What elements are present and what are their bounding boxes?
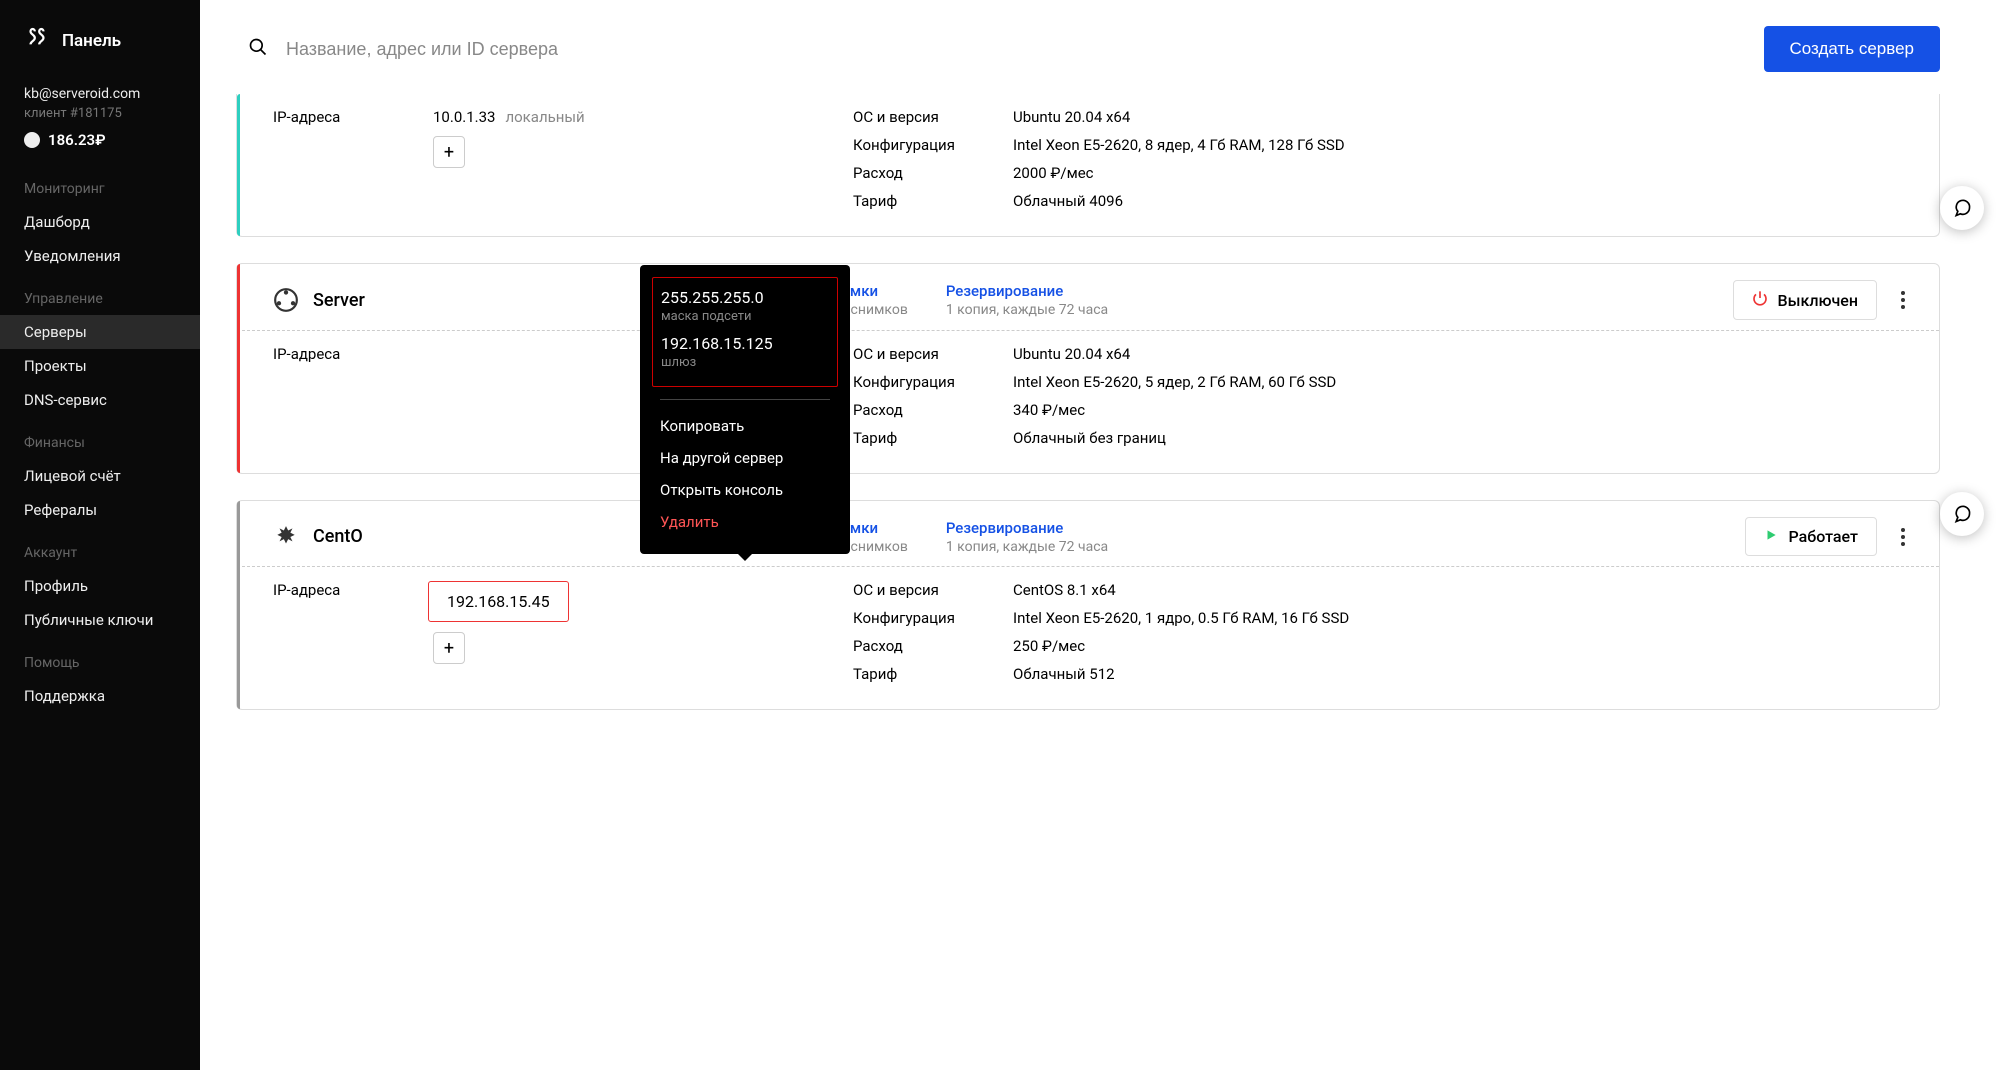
sidebar: Панель kb@serveroid.com клиент #181175 1… (0, 0, 200, 1070)
label-cost: Расход (853, 637, 1013, 655)
label-tariff: Тариф (853, 665, 1013, 683)
label-config: Конфигурация (853, 609, 1013, 627)
cost-value: 250 ₽/мес (1013, 637, 1085, 655)
more-button[interactable] (1895, 522, 1911, 552)
label-cost: Расход (853, 401, 1013, 419)
nav-servers[interactable]: Серверы (0, 315, 200, 349)
server-card: CentO Снимки Нет снимков Резервирование … (236, 500, 1940, 710)
popover-delete[interactable]: Удалить (640, 506, 850, 538)
topbar: Создать сервер (200, 0, 2000, 94)
label-cost: Расход (853, 164, 1013, 182)
balance[interactable]: 186.23₽ (24, 131, 176, 149)
os-value: Ubuntu 20.04 x64 (1013, 345, 1130, 363)
status-label: Работает (1788, 527, 1858, 546)
nav-heading-finance: Финансы (0, 427, 200, 459)
server-card: IP-адреса 10.0.1.33 локальный + ОС и вер… (236, 94, 1940, 237)
nav-notifications[interactable]: Уведомления (0, 239, 200, 273)
label-os: ОС и версия (853, 108, 1013, 126)
server-card: Server Снимки Нет снимков Резервирование… (236, 263, 1940, 474)
nav-referrals[interactable]: Рефералы (0, 493, 200, 527)
status-button[interactable]: Выключен (1733, 280, 1877, 320)
nav-heading-management: Управление (0, 283, 200, 315)
power-icon (1752, 290, 1768, 310)
ubuntu-icon (273, 287, 299, 313)
backup-link[interactable]: Резервирование 1 копия, каждые 72 часа (946, 282, 1108, 318)
centos-icon (273, 524, 299, 550)
status-button[interactable]: Работает (1745, 517, 1877, 556)
popover-console[interactable]: Открыть консоль (640, 474, 850, 506)
nav-projects[interactable]: Проекты (0, 349, 200, 383)
ip-highlighted[interactable]: 192.168.15.45 (428, 581, 569, 622)
popover-gateway-label: шлюз (661, 355, 829, 370)
ip-popover: 255.255.255.0 маска подсети 192.168.15.1… (640, 265, 850, 554)
nav-heading-monitoring: Мониторинг (0, 173, 200, 205)
nav-support[interactable]: Поддержка (0, 679, 200, 713)
account-block: kb@serveroid.com клиент #181175 186.23₽ (0, 80, 200, 163)
nav-dashboard[interactable]: Дашборд (0, 205, 200, 239)
os-value: Ubuntu 20.04 x64 (1013, 108, 1130, 126)
server-name[interactable]: CentO (313, 526, 363, 547)
popover-mask-label: маска подсети (661, 309, 829, 324)
ip-value[interactable]: 10.0.1.33 (433, 108, 495, 126)
nav-dns[interactable]: DNS-сервис (0, 383, 200, 417)
cost-value: 340 ₽/мес (1013, 401, 1085, 419)
label-ip: IP-адреса (273, 108, 433, 126)
chat-bubble[interactable] (1940, 492, 1984, 536)
nav-heading-account: Аккаунт (0, 537, 200, 569)
popover-gateway: 192.168.15.125 (661, 334, 829, 353)
server-list: IP-адреса 10.0.1.33 локальный + ОС и вер… (200, 94, 2000, 796)
account-email: kb@serveroid.com (24, 86, 176, 102)
config-value: Intel Xeon E5-2620, 8 ядер, 4 Гб RAM, 12… (1013, 136, 1345, 154)
backup-link[interactable]: Резервирование 1 копия, каждые 72 часа (946, 519, 1108, 555)
brand-title: Панель (62, 31, 121, 51)
popover-divider (660, 399, 830, 400)
search-icon[interactable] (248, 37, 268, 61)
config-value: Intel Xeon E5-2620, 1 ядро, 0.5 Гб RAM, … (1013, 609, 1349, 627)
account-client: клиент #181175 (24, 106, 176, 121)
balance-value: 186.23₽ (48, 131, 106, 149)
logo-icon (24, 26, 50, 56)
main: Создать сервер IP-адреса 10.0.1.33 локал… (200, 0, 2000, 1070)
tariff-value: Облачный 4096 (1013, 192, 1123, 210)
nav-billing[interactable]: Лицевой счёт (0, 459, 200, 493)
chat-bubble[interactable] (1940, 186, 1984, 230)
nav-heading-help: Помощь (0, 647, 200, 679)
label-os: ОС и версия (853, 345, 1013, 363)
nav-profile[interactable]: Профиль (0, 569, 200, 603)
label-config: Конфигурация (853, 373, 1013, 391)
more-button[interactable] (1895, 285, 1911, 315)
ip-type: локальный (505, 108, 584, 126)
add-ip-button[interactable]: + (433, 632, 465, 664)
tariff-value: Облачный без границ (1013, 429, 1166, 447)
brand: Панель (0, 18, 200, 80)
label-tariff: Тариф (853, 192, 1013, 210)
popover-move[interactable]: На другой сервер (640, 442, 850, 474)
create-server-button[interactable]: Создать сервер (1764, 26, 1941, 72)
search-input[interactable] (286, 39, 1746, 60)
config-value: Intel Xeon E5-2620, 5 ядер, 2 Гб RAM, 60… (1013, 373, 1336, 391)
label-tariff: Тариф (853, 429, 1013, 447)
os-value: CentOS 8.1 x64 (1013, 581, 1116, 599)
tariff-value: Облачный 512 (1013, 665, 1115, 683)
label-config: Конфигурация (853, 136, 1013, 154)
cost-value: 2000 ₽/мес (1013, 164, 1094, 182)
add-ip-button[interactable]: + (433, 136, 465, 168)
label-ip: IP-адреса (273, 345, 433, 363)
popover-mask: 255.255.255.0 (661, 288, 829, 307)
play-icon (1764, 527, 1778, 546)
status-label: Выключен (1778, 291, 1858, 310)
nav-keys[interactable]: Публичные ключи (0, 603, 200, 637)
popover-copy[interactable]: Копировать (640, 410, 850, 442)
coin-icon (24, 132, 40, 148)
label-ip: IP-адреса (273, 581, 433, 599)
server-name[interactable]: Server (313, 290, 365, 311)
label-os: ОС и версия (853, 581, 1013, 599)
